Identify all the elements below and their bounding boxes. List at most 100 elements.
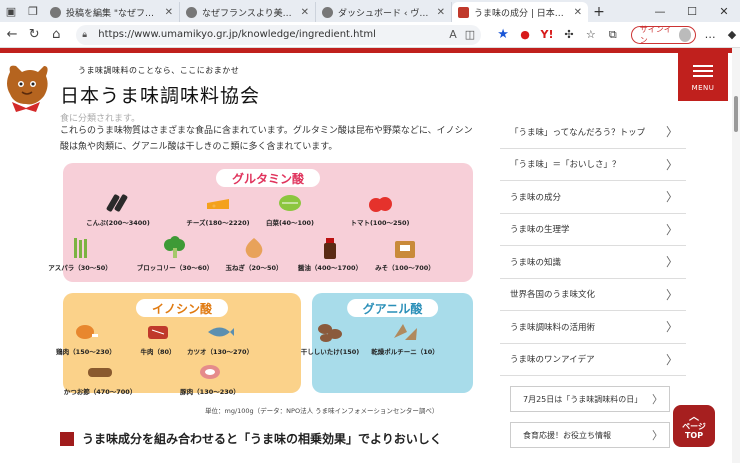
sidebar-item[interactable]: うま味の知識〉 — [500, 246, 686, 279]
banner-food-education[interactable]: 食育応援！お役立ち情報 〉 — [510, 422, 670, 448]
favorites-icon[interactable]: ☆ — [583, 26, 599, 44]
home-icon[interactable]: ⌂ — [46, 24, 66, 46]
food-label: 牛肉（80） — [140, 348, 176, 356]
window-controls: — ☐ ✕ — [644, 0, 740, 22]
kelp-icon — [104, 191, 132, 215]
close-window-icon[interactable]: ✕ — [708, 0, 740, 22]
maximize-icon[interactable]: ☐ — [676, 0, 708, 22]
back-icon[interactable]: ← — [2, 24, 22, 46]
new-tab-button[interactable]: + — [588, 2, 610, 22]
guanylate-title: グアニル酸 — [346, 299, 439, 317]
browser-tab[interactable]: ダッシュボード ‹ ヴィンテージワイン ✕ — [316, 2, 452, 22]
address-bar[interactable]: 🔒︎ https://www.umamikyo.gr.jp/knowledge/… — [76, 24, 482, 45]
food-item: アスパラ（30～50） — [48, 236, 112, 272]
browser-tab-active[interactable]: うま味の成分 | 日本うま味調味料協 ✕ — [452, 2, 588, 22]
sidebar-item[interactable]: 世界各国のうま味文化〉 — [500, 279, 686, 311]
food-item: 醤油（400～1700） — [297, 236, 363, 272]
food-item: カツオ（130～270） — [186, 320, 254, 356]
pork-icon — [196, 360, 224, 384]
food-label: かつお節（470～700） — [63, 388, 137, 396]
chevron-right-icon: 〉 — [665, 255, 678, 270]
minimize-icon[interactable]: — — [644, 0, 676, 22]
browser-tab[interactable]: なぜフランスより美味しいマリアー ✕ — [180, 2, 316, 22]
napa-cabbage-icon — [276, 191, 304, 215]
chevron-up-icon: ︿ — [689, 411, 699, 423]
cheese-icon — [204, 191, 232, 215]
soy-sauce-icon — [316, 236, 344, 260]
site-favicon-icon — [458, 6, 469, 18]
url-text[interactable]: https://www.umamikyo.gr.jp/knowledge/ing… — [98, 29, 449, 40]
wordpress-icon — [50, 6, 61, 18]
header-stripe — [0, 48, 732, 53]
copilot-icon[interactable]: ◆ — [724, 26, 740, 44]
site-title[interactable]: 日本うま味調味料協会 — [60, 81, 260, 108]
food-label: 玉ねぎ（20～50） — [225, 264, 283, 272]
sidebar-item[interactable]: うま味の成分〉 — [500, 181, 686, 214]
browser-tab[interactable]: 投稿を編集 "なぜフランスより美味 ✕ — [44, 2, 180, 22]
food-item: 牛肉（80） — [128, 320, 188, 356]
food-item: 玉ねぎ（20～50） — [224, 236, 284, 272]
sidebar-item[interactable]: うま味調味料の活用術〉 — [500, 311, 686, 344]
food-label: カツオ（130～270） — [186, 348, 254, 356]
wordpress-icon — [186, 6, 197, 18]
banner-umami-day[interactable]: 7月25日は「うま味調味料の日」 〉 — [510, 386, 670, 412]
glutamate-title: グルタミン酸 — [215, 169, 321, 187]
workspaces-icon[interactable]: ▣ — [0, 0, 22, 22]
favorite-star-icon[interactable]: ★ — [495, 26, 511, 44]
page-top-button[interactable]: ︿ ページ TOP — [673, 405, 715, 447]
sidebar-item[interactable]: 「うま味」＝「おいしさ」？〉 — [500, 149, 686, 181]
tab-actions-icon[interactable]: ❐ — [22, 0, 44, 22]
bonito-icon — [206, 320, 234, 344]
food-item: トマト(100～250) — [350, 191, 410, 227]
close-tab-icon[interactable]: ✕ — [165, 7, 173, 18]
chevron-right-icon: 〉 — [665, 222, 678, 237]
close-tab-icon[interactable]: ✕ — [437, 7, 445, 18]
avatar — [678, 27, 692, 42]
collections-icon[interactable]: ⧉ — [605, 26, 621, 44]
food-label: 乾燥ポルチーニ（10） — [371, 348, 439, 356]
food-item: 乾燥ポルチーニ（10） — [371, 320, 439, 356]
refresh-icon[interactable]: ↻ — [24, 24, 44, 46]
sidebar-item[interactable]: 「うま味」ってなんだろう？トップ〉 — [500, 116, 686, 149]
extension-icon[interactable]: ● — [517, 26, 533, 44]
menu-button[interactable]: MENU — [678, 53, 728, 101]
more-menu-icon[interactable]: … — [702, 26, 718, 44]
browser-toolbar: ← ↻ ⌂ 🔒︎ https://www.umamikyo.gr.jp/know… — [0, 22, 740, 48]
katsuobushi-icon — [86, 360, 114, 384]
food-label: こんぶ(200～3400) — [86, 219, 150, 227]
section-heading: うま味成分を組み合わせると「うま味の相乗効果」でよりおいしく — [60, 430, 442, 447]
yahoo-extension-icon[interactable]: Y! — [539, 26, 555, 44]
chevron-right-icon: 〉 — [665, 287, 678, 302]
unit-note: 単位：mg/100g（データ：NPO法人 うま味インフォメーションセンター調べ） — [205, 407, 439, 415]
mascot-logo-icon[interactable] — [2, 62, 52, 114]
dried-shiitake-icon — [316, 320, 344, 344]
chevron-right-icon: 〉 — [665, 352, 678, 367]
close-tab-icon[interactable]: ✕ — [301, 7, 309, 18]
hamburger-icon — [693, 62, 713, 80]
heading-square-icon — [60, 431, 74, 446]
food-label: トマト(100～250) — [350, 219, 410, 227]
split-screen-icon[interactable]: ◫ — [465, 28, 475, 41]
tomato-icon — [366, 191, 394, 215]
sidebar-item[interactable]: うま味のワンアイデア〉 — [500, 344, 686, 376]
chicken-icon — [72, 320, 100, 344]
wordpress-icon — [322, 6, 333, 18]
food-label: 醤油（400～1700） — [297, 264, 363, 272]
food-label: 鶏肉（150～230） — [56, 348, 116, 356]
broccoli-icon — [161, 236, 189, 260]
sidebar-item[interactable]: うま味の生理学〉 — [500, 214, 686, 246]
food-item: 豚肉（130～230） — [180, 360, 240, 396]
page-scrollbar[interactable] — [732, 48, 740, 463]
web-page: うま味調味料のことなら、ここにおまかせ 日本うま味調味料協会 MENU 食に分類… — [0, 48, 732, 463]
close-tab-icon[interactable]: ✕ — [574, 7, 582, 18]
food-label: 白菜(40～100) — [265, 219, 315, 227]
food-item: 干ししいたけ(150) — [300, 320, 360, 356]
food-item: こんぶ(200～3400) — [86, 191, 150, 227]
read-aloud-icon[interactable]: A — [449, 28, 457, 41]
scrollbar-thumb[interactable] — [734, 96, 738, 132]
browser-tab-bar: ▣ ❐ 投稿を編集 "なぜフランスより美味 ✕ なぜフランスより美味しいマリアー… — [0, 0, 740, 22]
extensions-puzzle-icon[interactable]: ✣ — [561, 26, 577, 44]
beef-icon — [144, 320, 172, 344]
site-tagline: うま味調味料のことなら、ここにおまかせ — [78, 66, 240, 75]
signin-button[interactable]: サインイン — [630, 25, 697, 45]
